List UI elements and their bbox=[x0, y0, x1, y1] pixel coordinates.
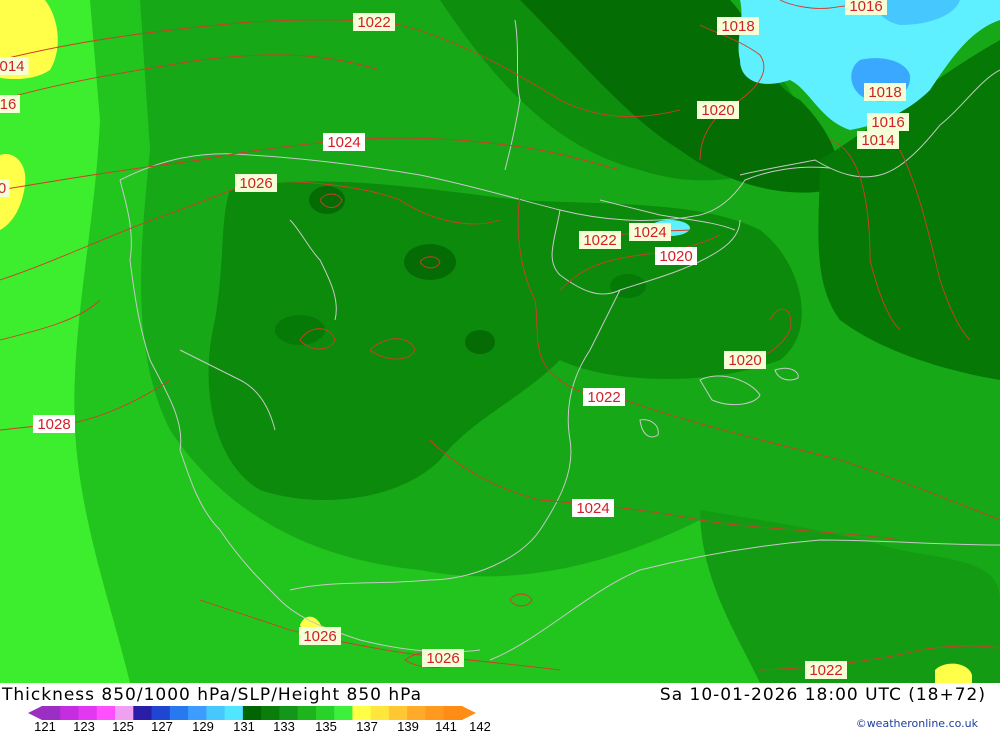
svg-text:0: 0 bbox=[0, 180, 6, 197]
legend-swatch bbox=[407, 706, 426, 720]
legend-tick-label: 142 bbox=[469, 719, 491, 733]
isobar-label: 1020 bbox=[697, 101, 739, 119]
svg-text:1022: 1022 bbox=[583, 232, 616, 249]
isobar-label: 1018 bbox=[864, 83, 906, 101]
legend-swatch bbox=[188, 706, 207, 720]
legend-tick-label: 131 bbox=[233, 719, 255, 733]
legend-swatch bbox=[42, 706, 61, 720]
legend-tick-label: 121 bbox=[34, 719, 56, 733]
isobar-label: 16 bbox=[0, 95, 20, 113]
legend-tick-label: 139 bbox=[397, 719, 419, 733]
legend-swatch bbox=[242, 706, 262, 720]
isobar-label: 1014 bbox=[857, 131, 899, 149]
legend-swatch bbox=[60, 706, 80, 720]
isobar-label: 1024 bbox=[572, 499, 614, 517]
svg-text:1026: 1026 bbox=[239, 175, 272, 192]
isobar-label: 1016 bbox=[845, 0, 887, 15]
svg-text:1022: 1022 bbox=[809, 662, 842, 679]
legend-swatch bbox=[169, 706, 189, 720]
svg-text:1022: 1022 bbox=[587, 389, 620, 406]
legend-swatch bbox=[388, 706, 408, 720]
isobar-label: 1022 bbox=[579, 231, 621, 249]
legend-swatch bbox=[261, 706, 280, 720]
isobar-label: 1024 bbox=[323, 133, 365, 151]
chart-datetime: Sa 10-01-2026 18:00 UTC (18+72) bbox=[659, 685, 986, 705]
svg-text:1016: 1016 bbox=[849, 0, 882, 15]
svg-text:1024: 1024 bbox=[576, 500, 609, 517]
isobar-label: 1018 bbox=[717, 17, 759, 35]
thickness-cell-1 bbox=[404, 244, 456, 280]
svg-text:1020: 1020 bbox=[701, 102, 734, 119]
legend-swatch bbox=[370, 706, 390, 720]
legend-swatch bbox=[443, 706, 463, 720]
legend-tick-label: 133 bbox=[273, 719, 295, 733]
legend-swatch bbox=[334, 706, 353, 720]
svg-text:16: 16 bbox=[0, 96, 16, 113]
legend-tick-label: 123 bbox=[73, 719, 95, 733]
legend-swatch bbox=[352, 706, 372, 720]
isobar-label: 1016 bbox=[867, 113, 909, 131]
legend-tick-label: 125 bbox=[112, 719, 134, 733]
thickness-map: 1022 1018101601416 10201024102601018101610… bbox=[0, 0, 1000, 683]
legend: 121 123 125 127 129 131 133 135 137 139 141 142 bbox=[28, 706, 491, 733]
isobar-label: 1026 bbox=[235, 174, 277, 192]
isobar-label: 1022 bbox=[353, 13, 395, 31]
legend-tick-label: 137 bbox=[356, 719, 378, 733]
thickness-cell-3 bbox=[465, 330, 495, 354]
isobar-label: 1020 bbox=[724, 351, 766, 369]
svg-text:1014: 1014 bbox=[861, 132, 894, 149]
legend-swatch bbox=[425, 706, 445, 720]
legend-tick-label: 127 bbox=[151, 719, 173, 733]
svg-text:1020: 1020 bbox=[659, 248, 692, 265]
isobar-label: 1026 bbox=[422, 649, 464, 667]
isobar-label: 1028 bbox=[33, 415, 75, 433]
legend-swatch bbox=[315, 706, 335, 720]
legend-swatch bbox=[297, 706, 317, 720]
legend-swatch bbox=[115, 706, 134, 720]
svg-text:1026: 1026 bbox=[426, 650, 459, 667]
thickness-cell-5 bbox=[610, 274, 646, 298]
svg-text:1024: 1024 bbox=[633, 224, 666, 241]
legend-swatch bbox=[151, 706, 171, 720]
legend-arrow-left bbox=[28, 706, 42, 720]
legend-tick-label: 129 bbox=[192, 719, 214, 733]
legend-swatch bbox=[78, 706, 98, 720]
legend-swatch bbox=[96, 706, 116, 720]
isobar-label: 1026 bbox=[299, 627, 341, 645]
legend-arrow-right bbox=[462, 706, 476, 720]
svg-text:1022: 1022 bbox=[357, 14, 390, 31]
svg-text:1028: 1028 bbox=[37, 416, 70, 433]
svg-text:1018: 1018 bbox=[868, 84, 901, 101]
isobar-label: 014 bbox=[0, 57, 29, 75]
svg-text:1024: 1024 bbox=[327, 134, 360, 151]
credit-link[interactable]: ©weatheronline.co.uk bbox=[856, 717, 978, 730]
thickness-cell-2 bbox=[309, 186, 345, 214]
legend-swatch bbox=[133, 706, 153, 720]
legend-tick-label: 135 bbox=[315, 719, 337, 733]
svg-text:1016: 1016 bbox=[871, 114, 904, 131]
isobar-label: 1022 bbox=[583, 388, 625, 406]
legend-swatch bbox=[279, 706, 299, 720]
svg-text:014: 014 bbox=[0, 58, 25, 75]
isobar-label: 1024 bbox=[629, 223, 671, 241]
svg-text:1020: 1020 bbox=[728, 352, 761, 369]
footer: Thickness 850/1000 hPa/SLP/Height 850 hP… bbox=[0, 683, 1000, 733]
isobar-label: 1020 bbox=[655, 247, 697, 265]
isobar-label: 0 bbox=[0, 179, 10, 197]
isobar-label: 1022 bbox=[805, 661, 847, 679]
svg-text:1026: 1026 bbox=[303, 628, 336, 645]
svg-text:1018: 1018 bbox=[721, 18, 754, 35]
legend-swatch bbox=[206, 706, 226, 720]
legend-swatch bbox=[224, 706, 244, 720]
legend-tick-label: 141 bbox=[435, 719, 457, 733]
